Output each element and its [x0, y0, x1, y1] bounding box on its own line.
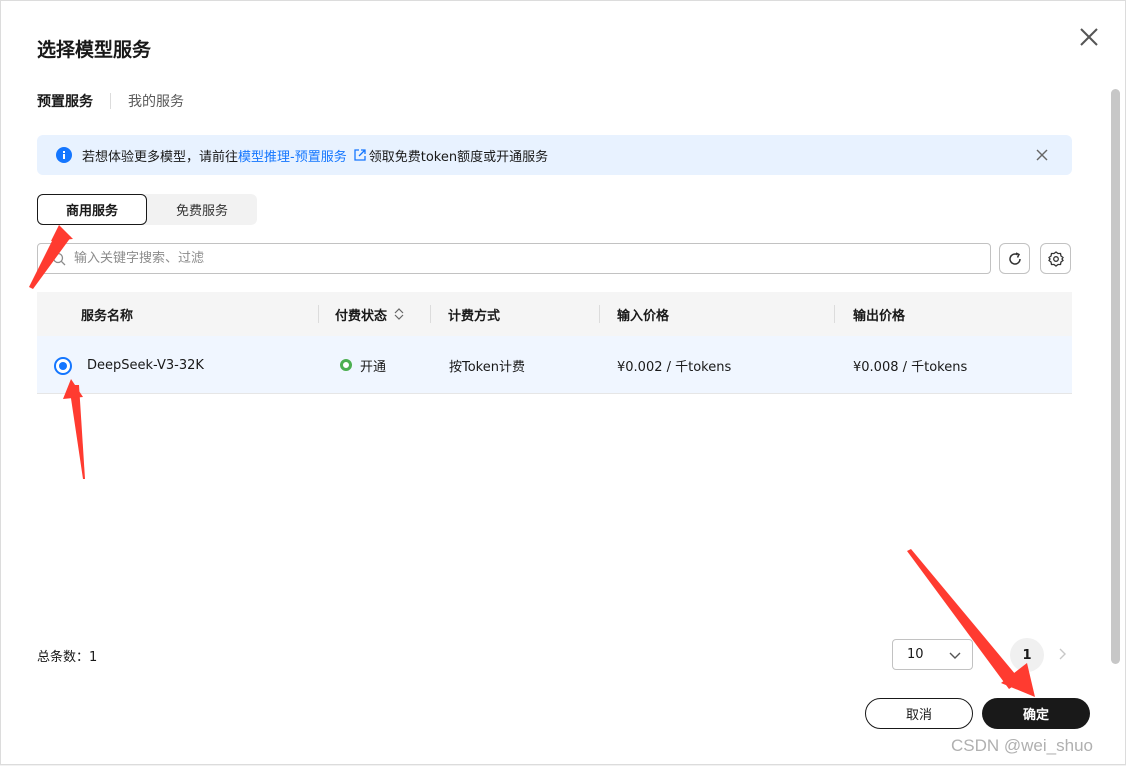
row-select-radio[interactable]	[54, 357, 72, 375]
service-type-segment: 商用服务 免费服务	[37, 194, 257, 225]
annotation-arrow-segment-head	[51, 225, 73, 241]
search-input[interactable]	[72, 250, 990, 267]
column-divider	[834, 305, 835, 323]
close-icon[interactable]	[1075, 23, 1103, 51]
column-header-status-label: 付费状态	[335, 308, 388, 324]
service-tabs: 预置服务 我的服务	[37, 91, 184, 111]
tab-my-services[interactable]: 我的服务	[128, 91, 184, 111]
cell-status: 开通	[340, 336, 386, 394]
table-header: 服务名称 付费状态 计费方式 输入价格 输出价格	[37, 292, 1072, 336]
column-header-input-price: 输入价格	[617, 308, 670, 324]
segment-free[interactable]: 免费服务	[147, 194, 257, 225]
alert-close-icon[interactable]	[1035, 148, 1049, 162]
next-page-icon[interactable]	[1054, 646, 1070, 662]
cancel-button[interactable]: 取消	[865, 698, 973, 729]
chevron-down-icon	[949, 652, 961, 659]
cell-output-price: ¥0.008 / 千tokens	[853, 359, 968, 375]
column-divider	[318, 305, 319, 323]
annotation-arrow-radio	[69, 385, 85, 479]
tab-divider	[110, 93, 111, 109]
search-icon	[52, 252, 66, 265]
watermark: CSDN @wei_shuo	[951, 736, 1093, 755]
status-active-icon	[340, 359, 352, 371]
page-number-current[interactable]: 1	[1010, 638, 1044, 672]
info-icon	[56, 147, 72, 163]
column-header-billing: 计费方式	[448, 308, 501, 324]
column-divider	[430, 305, 431, 323]
cell-status-label: 开通	[360, 359, 387, 375]
column-header-status[interactable]: 付费状态	[335, 292, 405, 336]
info-alert: 若想体验更多模型，请前往 模型推理-预置服务 领取免费token额度或开通服务	[37, 135, 1072, 175]
sort-icon[interactable]	[393, 307, 405, 321]
radio-checked-dot	[59, 362, 67, 370]
gear-icon	[1047, 250, 1064, 267]
prev-page-icon[interactable]	[983, 646, 999, 662]
dialog-scrollbar[interactable]	[1111, 89, 1120, 664]
dialog-title: 选择模型服务	[37, 39, 152, 61]
refresh-button[interactable]	[999, 243, 1030, 274]
column-header-output-price: 输出价格	[853, 308, 906, 324]
search-box	[37, 243, 991, 274]
column-divider	[599, 305, 600, 323]
segment-commercial[interactable]: 商用服务	[37, 194, 147, 225]
page-size-select[interactable]: 10	[892, 639, 973, 670]
column-header-name: 服务名称	[81, 308, 134, 324]
cell-input-price: ¥0.002 / 千tokens	[617, 359, 732, 375]
total-count: 总条数：1	[37, 650, 98, 665]
confirm-button[interactable]: 确定	[982, 698, 1090, 729]
model-inference-link[interactable]: 模型推理-预置服务	[238, 146, 347, 165]
alert-text-before: 若想体验更多模型，请前往	[82, 149, 239, 165]
table-row[interactable]: DeepSeek-V3-32K 开通 按Token计费 ¥0.002 / 千to…	[37, 336, 1072, 394]
select-model-service-dialog: 选择模型服务 预置服务 我的服务 若想体验更多模型，请前往 模型推理-预置服务 …	[0, 0, 1126, 765]
settings-button[interactable]	[1040, 243, 1071, 274]
refresh-icon	[1008, 251, 1021, 265]
cell-service-name: DeepSeek-V3-32K	[87, 357, 204, 373]
external-link-icon[interactable]	[353, 148, 367, 162]
alert-text-after: 领取免费token额度或开通服务	[368, 149, 549, 165]
cell-billing: 按Token计费	[449, 359, 525, 375]
page-size-value: 10	[907, 647, 924, 662]
tab-preset-services[interactable]: 预置服务	[37, 91, 93, 111]
